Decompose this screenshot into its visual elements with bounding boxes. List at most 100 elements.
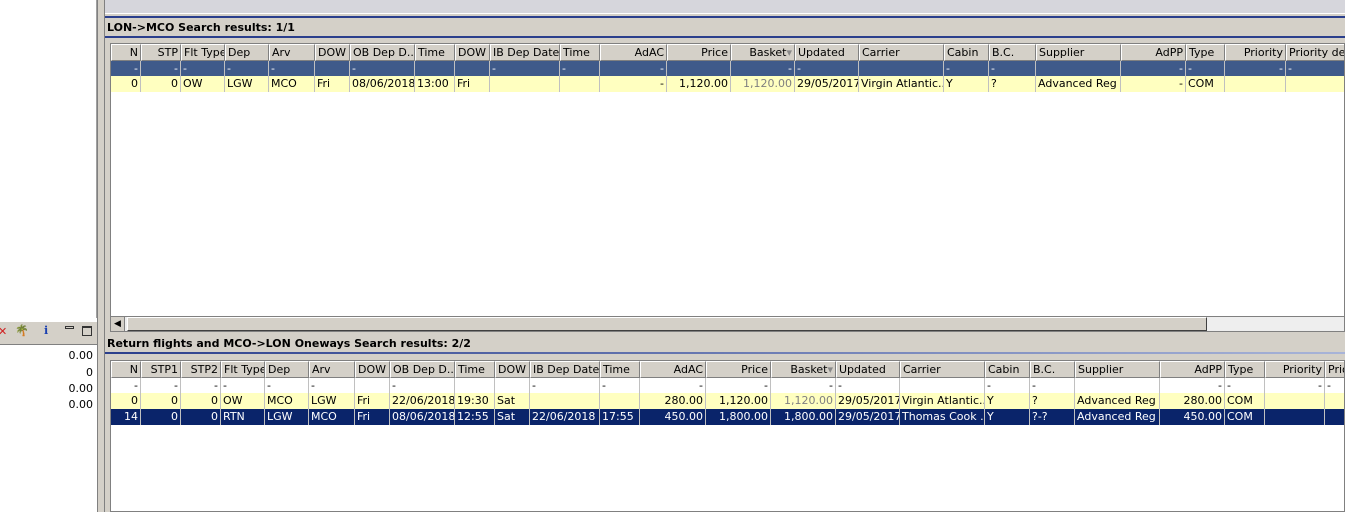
- cell: ?: [989, 76, 1036, 92]
- cell: -: [309, 378, 355, 393]
- column-header[interactable]: Supplier: [1075, 361, 1160, 378]
- column-header[interactable]: DOW: [495, 361, 530, 378]
- filter-row[interactable]: -----------------: [111, 61, 1344, 76]
- return-results-grid[interactable]: N STP1 STP2 Flt Type Dep Arv DOW OB Dep D... Tim…: [110, 360, 1345, 512]
- column-header[interactable]: IB Dep Date: [490, 44, 560, 61]
- splitter[interactable]: [97, 0, 105, 512]
- cell: 0: [111, 76, 141, 92]
- cell: 0: [181, 409, 221, 425]
- cell: [455, 61, 490, 76]
- column-header[interactable]: DOW: [355, 361, 390, 378]
- cell: -: [1160, 378, 1225, 393]
- cell: -: [1121, 61, 1186, 76]
- returns-title: Return flights and MCO->LON Oneways Sear…: [107, 337, 471, 350]
- info-icon[interactable]: i: [44, 324, 48, 337]
- cell: MCO: [309, 409, 355, 425]
- outbound-results-grid[interactable]: N STP Flt Type Dep Arv DOW OB Dep D... Time DOW I…: [110, 43, 1345, 317]
- column-header[interactable]: Time: [560, 44, 600, 61]
- table-row[interactable]: 0 0 OW LGW MCO Fri 08/06/2018 13:00 Fri -1,120.00…: [111, 76, 1344, 92]
- minimize-icon[interactable]: [65, 326, 74, 329]
- column-header[interactable]: Dep: [265, 361, 309, 378]
- cell: -: [985, 378, 1030, 393]
- cell: Advanced Reg: [1075, 393, 1160, 409]
- cell: -: [795, 61, 859, 76]
- column-header[interactable]: B.C.: [989, 44, 1036, 61]
- column-header[interactable]: AdPP: [1121, 44, 1186, 61]
- cell: -: [600, 378, 640, 393]
- left-value: 0.00: [68, 349, 94, 362]
- cell: 1,120.00: [731, 76, 795, 92]
- cell: [1265, 393, 1325, 409]
- table-row[interactable]: 14 0 0 RTN LGW MCO Fri 08/06/2018 12:55 Sat 22/06/…: [111, 409, 1344, 425]
- cell: 1,120.00: [706, 393, 771, 409]
- column-header[interactable]: Price: [667, 44, 731, 61]
- top-strip: [105, 0, 1345, 14]
- cell: 450.00: [1160, 409, 1225, 425]
- column-header[interactable]: Basket▾: [771, 361, 836, 378]
- column-header[interactable]: Supplier: [1036, 44, 1121, 61]
- column-header[interactable]: N: [111, 361, 141, 378]
- cell: ?-?: [1030, 409, 1075, 425]
- column-header[interactable]: Arv: [269, 44, 315, 61]
- column-header[interactable]: N: [111, 44, 141, 61]
- column-header[interactable]: Cabin: [985, 361, 1030, 378]
- column-header[interactable]: OB Dep D...: [390, 361, 455, 378]
- cell: 13:00: [415, 76, 455, 92]
- header-row[interactable]: N STP1 STP2 Flt Type Dep Arv DOW OB Dep D... Tim…: [111, 361, 1344, 378]
- column-header[interactable]: Cabin: [944, 44, 989, 61]
- column-header[interactable]: Carrier: [900, 361, 985, 378]
- column-header[interactable]: AdPP: [1160, 361, 1225, 378]
- column-header[interactable]: STP: [141, 44, 181, 61]
- column-header[interactable]: AdAC: [600, 44, 667, 61]
- column-header[interactable]: Updated: [795, 44, 859, 61]
- column-header[interactable]: STP2: [181, 361, 221, 378]
- column-header[interactable]: AdAC: [640, 361, 706, 378]
- horizontal-scrollbar[interactable]: ◀: [110, 316, 1345, 332]
- cell: 450.00: [640, 409, 706, 425]
- table-row[interactable]: 0 0 0 OW MCO LGW Fri 22/06/2018 19:30 Sat 280.00 1,…: [111, 393, 1344, 409]
- column-header[interactable]: Dep: [225, 44, 269, 61]
- column-header[interactable]: STP1: [141, 361, 181, 378]
- cell: 19:30: [455, 393, 495, 409]
- column-header[interactable]: Priority: [1265, 361, 1325, 378]
- maximize-icon[interactable]: [82, 326, 92, 336]
- column-header[interactable]: Flt Type: [181, 44, 225, 61]
- filter-row[interactable]: -------------------: [111, 378, 1344, 393]
- column-header[interactable]: Basket▾: [731, 44, 795, 61]
- column-header[interactable]: Price: [706, 361, 771, 378]
- column-header[interactable]: Time: [455, 361, 495, 378]
- column-header[interactable]: Flt Type: [221, 361, 265, 378]
- column-header[interactable]: B.C.: [1030, 361, 1075, 378]
- header-row[interactable]: N STP Flt Type Dep Arv DOW OB Dep D... Time DOW I…: [111, 44, 1344, 61]
- column-header[interactable]: Time: [415, 44, 455, 61]
- cell: 0: [111, 393, 141, 409]
- palm-tree-icon[interactable]: 🌴: [15, 324, 29, 337]
- column-header[interactable]: IB Dep Date: [530, 361, 600, 378]
- cell: 1,120.00: [771, 393, 836, 409]
- cell: -: [141, 61, 181, 76]
- column-header[interactable]: Prio: [1325, 361, 1344, 378]
- cell: [1325, 393, 1344, 409]
- column-header[interactable]: Priority desc: [1286, 44, 1344, 61]
- column-header[interactable]: Arv: [309, 361, 355, 378]
- column-header[interactable]: Type: [1186, 44, 1225, 61]
- column-header[interactable]: Type: [1225, 361, 1265, 378]
- column-header[interactable]: Updated: [836, 361, 900, 378]
- cell: Sat: [495, 409, 530, 425]
- column-header[interactable]: Time: [600, 361, 640, 378]
- cell: -: [1225, 378, 1265, 393]
- close-icon[interactable]: ✕: [0, 325, 7, 338]
- cell: -: [731, 61, 795, 76]
- scrollbar-thumb[interactable]: [127, 317, 1207, 331]
- cell: 280.00: [640, 393, 706, 409]
- cell: 22/06/2018: [530, 409, 600, 425]
- scroll-left-icon[interactable]: ◀: [111, 317, 125, 331]
- sort-desc-icon: ▾: [786, 46, 792, 59]
- column-header[interactable]: DOW: [455, 44, 490, 61]
- cell: -: [600, 61, 667, 76]
- column-header[interactable]: Priority: [1225, 44, 1286, 61]
- cell: -: [1325, 378, 1344, 393]
- column-header[interactable]: Carrier: [859, 44, 944, 61]
- column-header[interactable]: DOW: [315, 44, 350, 61]
- column-header[interactable]: OB Dep D...: [350, 44, 415, 61]
